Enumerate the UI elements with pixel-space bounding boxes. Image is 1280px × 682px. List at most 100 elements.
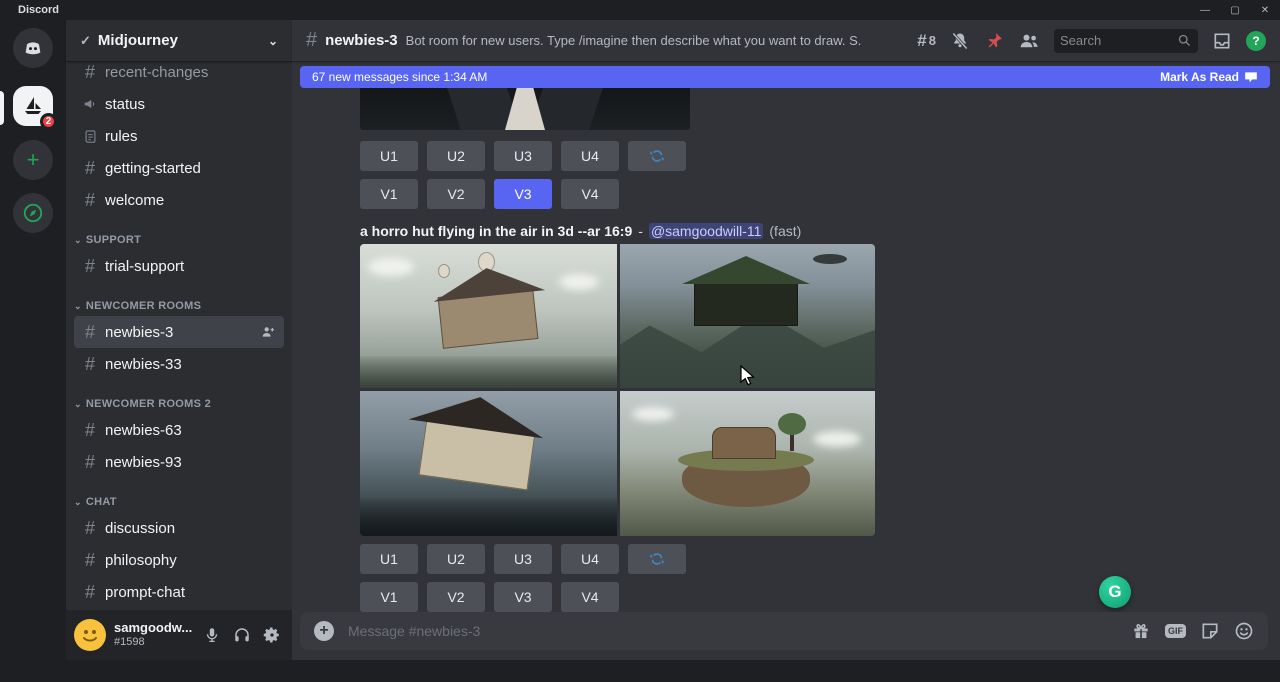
minimize-button[interactable]: —: [1190, 0, 1220, 20]
channel-philosophy[interactable]: # philosophy: [74, 544, 284, 576]
message-current: a horro hut flying in the air in 3d --ar…: [360, 223, 1280, 612]
inbox-button[interactable]: [1212, 31, 1232, 51]
user-avatar[interactable]: [74, 619, 106, 651]
invite-people-icon[interactable]: [260, 324, 276, 340]
reroll-button[interactable]: [628, 141, 686, 171]
generated-image-1[interactable]: [360, 244, 617, 388]
channel-recent-changes[interactable]: # recent-changes: [74, 62, 284, 88]
gif-picker-button[interactable]: GIF: [1165, 624, 1186, 638]
gift-icon[interactable]: [1131, 621, 1151, 641]
server-header[interactable]: ✓ Midjourney ⌄: [66, 20, 292, 62]
u1-button[interactable]: U1: [360, 141, 418, 171]
image-grid: [360, 244, 875, 536]
maximize-button[interactable]: ▢: [1220, 0, 1250, 20]
category-label: CHAT: [86, 496, 117, 508]
help-button[interactable]: ?: [1246, 31, 1266, 51]
chevron-down-icon: ⌄: [268, 34, 278, 48]
deafen-button[interactable]: [230, 623, 254, 647]
category-support[interactable]: ⌄ SUPPORT: [74, 230, 284, 250]
channel-newbies-63[interactable]: # newbies-63: [74, 414, 284, 446]
new-messages-bar[interactable]: 67 new messages since 1:34 AM Mark As Re…: [300, 66, 1270, 88]
u1-button[interactable]: U1: [360, 544, 418, 574]
channel-newbies-93[interactable]: # newbies-93: [74, 446, 284, 478]
channel-rules[interactable]: rules: [74, 120, 284, 152]
u2-button[interactable]: U2: [427, 141, 485, 171]
user-identity[interactable]: samgoodw... #1598: [114, 621, 192, 649]
category-newcomer-rooms[interactable]: ⌄ NEWCOMER ROOMS: [74, 296, 284, 316]
v2-button[interactable]: V2: [427, 179, 485, 209]
user-settings-button[interactable]: [260, 623, 284, 647]
channel-topic[interactable]: Bot room for new users. Type /imagine th…: [406, 33, 861, 48]
speed-mode: (fast): [769, 223, 801, 239]
notification-settings-button[interactable]: [950, 31, 970, 51]
hash-icon: #: [82, 582, 98, 603]
channel-newbies-3[interactable]: # newbies-3: [74, 316, 284, 348]
generated-image-2[interactable]: [620, 244, 875, 388]
v4-button[interactable]: V4: [561, 179, 619, 209]
attach-file-button[interactable]: +: [314, 621, 334, 641]
v3-button-selected[interactable]: V3: [494, 179, 552, 209]
v2-button[interactable]: V2: [427, 582, 485, 612]
category-chat[interactable]: ⌄ CHAT: [74, 492, 284, 512]
message-input-placeholder[interactable]: Message #newbies-3: [348, 623, 1117, 639]
channel-discussion[interactable]: # discussion: [74, 512, 284, 544]
close-button[interactable]: ✕: [1250, 0, 1280, 20]
mute-microphone-button[interactable]: [200, 623, 224, 647]
channel-label: status: [105, 96, 145, 113]
channel-newbies-33[interactable]: # newbies-33: [74, 348, 284, 380]
u3-button[interactable]: U3: [494, 544, 552, 574]
reroll-button[interactable]: [628, 544, 686, 574]
channel-getting-started[interactable]: # getting-started: [74, 152, 284, 184]
pinned-messages-button[interactable]: [984, 31, 1004, 51]
emoji-icon[interactable]: [1234, 621, 1254, 641]
hash-icon: #: [82, 452, 98, 473]
channel-status[interactable]: status: [74, 88, 284, 120]
channel-label: getting-started: [105, 160, 201, 177]
channel-label: recent-changes: [105, 64, 208, 81]
compass-icon: [22, 202, 44, 224]
search-placeholder: Search: [1060, 33, 1177, 48]
username: samgoodw...: [114, 621, 192, 636]
hash-icon: #: [82, 256, 98, 277]
sticker-icon[interactable]: [1200, 621, 1220, 641]
cloud: [813, 431, 861, 447]
generated-image-3[interactable]: [360, 391, 617, 536]
channel-welcome[interactable]: # welcome: [74, 184, 284, 216]
u2-button[interactable]: U2: [427, 544, 485, 574]
mark-as-read-label: Mark As Read: [1160, 70, 1239, 84]
generated-image-4[interactable]: [620, 391, 875, 536]
channel-label: discussion: [105, 520, 175, 537]
u4-button[interactable]: U4: [561, 141, 619, 171]
add-server-button[interactable]: +: [13, 140, 53, 180]
hash-icon: #: [82, 158, 98, 179]
v1-button[interactable]: V1: [360, 179, 418, 209]
search-input[interactable]: Search: [1054, 29, 1198, 53]
mark-as-read-button[interactable]: Mark As Read: [1160, 70, 1258, 84]
v4-button[interactable]: V4: [561, 582, 619, 612]
threads-button[interactable]: # 8: [917, 31, 936, 51]
v1-button[interactable]: V1: [360, 582, 418, 612]
separator: -: [638, 223, 643, 239]
message-composer[interactable]: + Message #newbies-3 GIF: [300, 612, 1268, 650]
channel-prompt-chat[interactable]: # prompt-chat: [74, 576, 284, 608]
channel-label: philosophy: [105, 552, 177, 569]
server-icon-midjourney[interactable]: 2: [13, 86, 53, 126]
u3-button[interactable]: U3: [494, 141, 552, 171]
server-name: Midjourney: [98, 32, 178, 49]
home-button[interactable]: [13, 28, 53, 68]
user-discriminator: #1598: [114, 636, 192, 649]
grammarly-widget[interactable]: G: [1099, 576, 1131, 608]
window-controls: — ▢ ✕: [1190, 0, 1280, 20]
pin-icon: [984, 31, 1004, 51]
explore-servers-button[interactable]: [13, 193, 53, 233]
upscale-button-row: U1 U2 U3 U4: [360, 141, 1280, 171]
u4-button[interactable]: U4: [561, 544, 619, 574]
author-mention[interactable]: @samgoodwill-11: [649, 223, 763, 239]
generated-image-previous[interactable]: [360, 88, 690, 130]
v3-button[interactable]: V3: [494, 582, 552, 612]
channel-trial-support[interactable]: # trial-support: [74, 250, 284, 282]
category-newcomer-rooms-2[interactable]: ⌄ NEWCOMER ROOMS 2: [74, 394, 284, 414]
channel-name: newbies-3: [325, 32, 398, 49]
member-list-button[interactable]: [1018, 31, 1040, 51]
house: [712, 427, 776, 459]
